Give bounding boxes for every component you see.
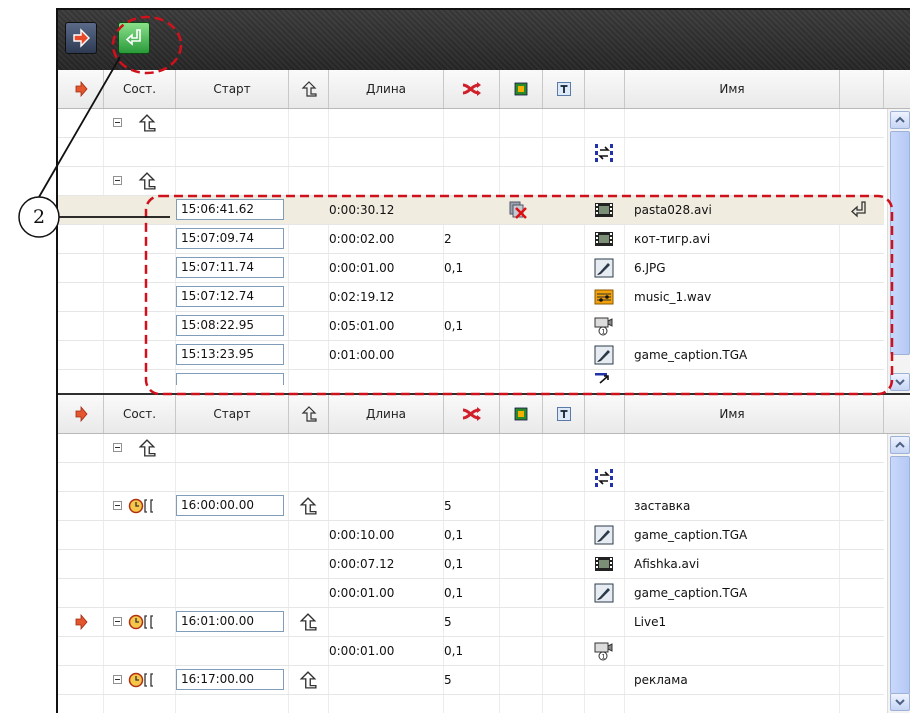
annotation-overlay bbox=[18, 15, 894, 396]
callout-rect bbox=[144, 194, 894, 396]
callout-number: 2 bbox=[33, 206, 46, 228]
callout-ellipse bbox=[111, 15, 183, 75]
callout-leader-line bbox=[38, 56, 121, 198]
